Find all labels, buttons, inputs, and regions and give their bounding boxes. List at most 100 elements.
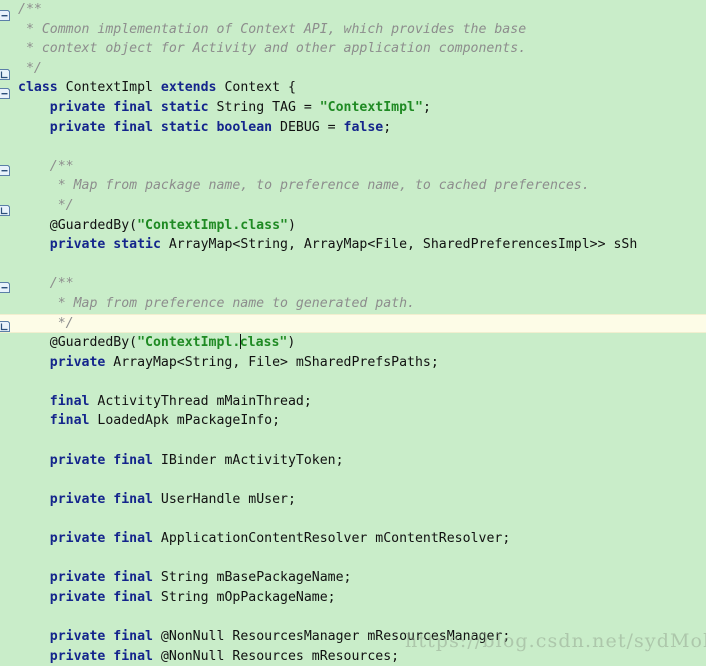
fold-collapse-icon[interactable] (0, 9, 11, 22)
code-line-content: * context object for Activity and other … (18, 39, 526, 59)
code-token-plain: ; (422, 99, 431, 115)
code-line[interactable]: private final @NonNull ResourcesManager … (0, 627, 706, 647)
code-line-content: * Map from package name, to preference n… (18, 176, 590, 196)
code-line-content: private final @NonNull ResourcesManager … (18, 627, 511, 647)
code-editor[interactable]: /** * Common implementation of Context A… (0, 0, 706, 666)
fold-collapse-icon[interactable] (0, 164, 11, 177)
code-line[interactable]: private final static boolean DEBUG = fal… (0, 118, 706, 138)
code-line-content: */ (18, 59, 42, 79)
code-surface[interactable]: /** * Common implementation of Context A… (0, 0, 706, 666)
code-line[interactable]: final ActivityThread mMainThread; (0, 392, 706, 412)
code-token-kw: private (49, 354, 106, 370)
code-line[interactable]: final LoadedApk mPackageInfo; (0, 411, 706, 431)
code-line-content: private final ApplicationContentResolver… (18, 529, 511, 549)
code-line[interactable]: @GuardedBy("ContextImpl.class") (0, 333, 706, 353)
code-token-plain: String TAG = (208, 99, 320, 115)
code-token-cmtdoc: */ (18, 315, 74, 331)
code-line[interactable]: private final String mOpPackageName; (0, 588, 706, 608)
code-token-plain: @GuardedBy( (18, 335, 138, 351)
code-line-content: */ (18, 314, 74, 334)
code-line[interactable]: private ArrayMap<String, File> mSharedPr… (0, 353, 706, 373)
code-line[interactable]: private final String mBasePackageName; (0, 568, 706, 588)
code-token-kw: private final static boolean (49, 119, 273, 135)
code-line[interactable]: class ContextImpl extends Context { (0, 78, 706, 98)
code-token-cmtdoc: /** (18, 158, 74, 174)
code-line[interactable] (0, 372, 706, 392)
fold-collapse-icon[interactable] (0, 87, 11, 100)
code-line[interactable]: private final ApplicationContentResolver… (0, 529, 706, 549)
code-line-content: private ArrayMap<String, File> mSharedPr… (18, 353, 439, 373)
code-line[interactable] (0, 607, 706, 627)
code-token-plain: String mOpPackageName; (152, 589, 336, 605)
fold-end-icon[interactable] (0, 320, 11, 333)
code-line[interactable] (0, 509, 706, 529)
code-line-content: final LoadedApk mPackageInfo; (18, 411, 280, 431)
code-line[interactable]: private final static String TAG = "Conte… (0, 98, 706, 118)
code-line[interactable]: * Map from package name, to preference n… (0, 176, 706, 196)
code-line-content: /** (18, 274, 74, 294)
code-token-str: "ContextImpl.class" (137, 217, 288, 233)
code-token-kw: private final (49, 452, 153, 468)
code-line[interactable]: @GuardedBy("ContextImpl.class") (0, 216, 706, 236)
code-token-kw: class (18, 80, 58, 96)
fold-end-icon[interactable] (0, 68, 11, 81)
code-line-content: /** (18, 0, 42, 20)
fold-collapse-icon[interactable] (0, 281, 11, 294)
code-line[interactable]: * Map from preference name to generated … (0, 294, 706, 314)
code-token-plain: ) (287, 335, 296, 351)
code-line-content: private final String mBasePackageName; (18, 568, 352, 588)
code-token-plain: ArrayMap<String, File> mSharedPrefsPaths… (105, 354, 439, 370)
code-token-plain: ContextImpl (57, 80, 161, 96)
code-line-content: @GuardedBy("ContextImpl.class") (18, 216, 296, 236)
code-token-plain: ArrayMap<String, ArrayMap<File, SharedPr… (160, 237, 638, 253)
code-token-plain: @NonNull Resources mResources; (152, 648, 400, 664)
code-token-plain: IBinder mActivityToken; (152, 452, 344, 468)
fold-end-icon[interactable] (0, 204, 11, 217)
code-line[interactable]: /** (0, 274, 706, 294)
code-line[interactable] (0, 431, 706, 451)
code-line-content: private final static boolean DEBUG = fal… (18, 118, 391, 138)
code-line[interactable]: private final IBinder mActivityToken; (0, 451, 706, 471)
code-token-kw: private static (49, 237, 161, 253)
code-token-cmtdoc: * Map from preference name to generated … (18, 295, 415, 311)
code-token-kw: private final (49, 531, 153, 547)
code-line[interactable]: * context object for Activity and other … (0, 39, 706, 59)
code-token-cmtdoc: * Common implementation of Context API, … (18, 21, 527, 37)
code-line-content: class ContextImpl extends Context { (18, 78, 296, 98)
code-line[interactable] (0, 549, 706, 569)
code-line[interactable]: private static ArrayMap<String, ArrayMap… (0, 235, 706, 255)
code-token-plain: @GuardedBy( (18, 217, 138, 233)
code-token-plain: DEBUG = (272, 119, 344, 135)
code-token-kw: private final (49, 491, 153, 507)
code-line-content: /** (18, 157, 74, 177)
code-token-kw: false (343, 119, 384, 135)
code-line[interactable]: private final @NonNull Resources mResour… (0, 647, 706, 666)
code-line[interactable] (0, 255, 706, 275)
code-line[interactable] (0, 470, 706, 490)
code-line[interactable]: */ (0, 196, 706, 216)
code-token-str: "ContextImpl. (137, 335, 241, 351)
code-line[interactable] (0, 137, 706, 157)
code-line[interactable]: /** (0, 157, 706, 177)
code-token-cmtdoc: */ (18, 197, 74, 213)
code-line[interactable]: /** (0, 0, 706, 20)
editor-gutter[interactable] (0, 0, 14, 666)
code-token-kw: private final (49, 629, 153, 644)
code-line[interactable]: * Common implementation of Context API, … (0, 20, 706, 40)
code-line-current[interactable]: */ (0, 313, 706, 334)
code-token-cmtdoc: /** (18, 276, 74, 292)
code-line-content: @GuardedBy("ContextImpl.class") (18, 333, 295, 353)
code-token-plain: ApplicationContentResolver mContentResol… (152, 531, 511, 547)
code-token-plain: LoadedApk mPackageInfo; (89, 413, 281, 429)
code-line-content: * Map from preference name to generated … (18, 294, 415, 314)
code-line[interactable]: */ (0, 59, 706, 79)
code-token-plain: String mBasePackageName; (152, 570, 352, 586)
code-line-content: private final static String TAG = "Conte… (18, 98, 431, 118)
code-line[interactable]: private final UserHandle mUser; (0, 490, 706, 510)
